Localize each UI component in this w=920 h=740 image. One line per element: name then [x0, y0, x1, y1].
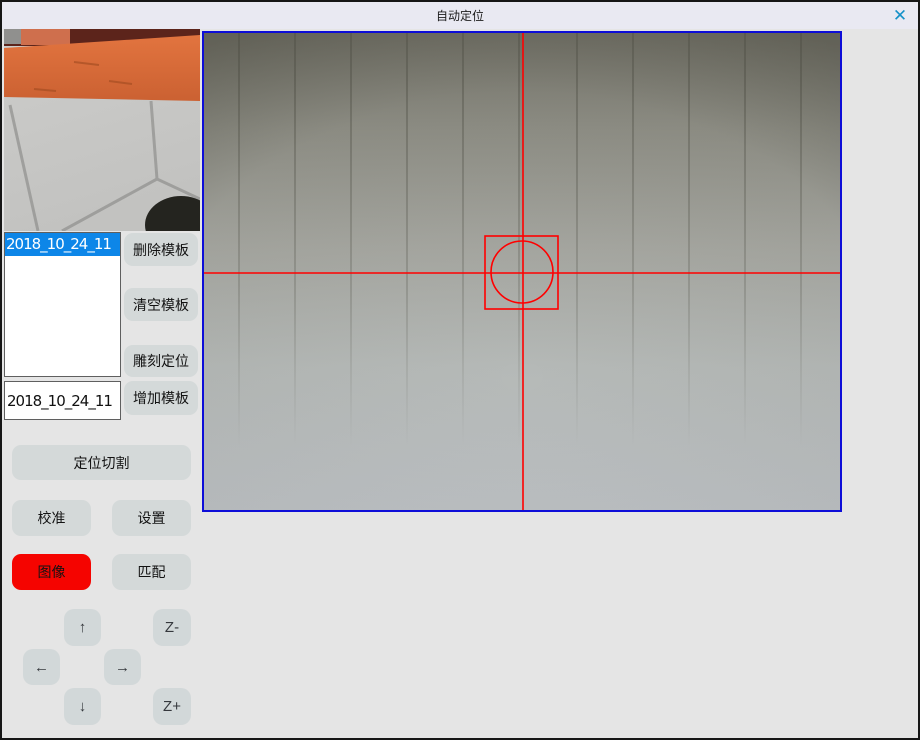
jog-right-button[interactable]: → [104, 649, 141, 685]
template-thumbnail [4, 29, 200, 231]
z-minus-button[interactable]: Z- [153, 609, 191, 646]
template-list-item-selected[interactable]: 2018_10_24_11 [5, 233, 120, 256]
window-title: 自动定位 [436, 7, 484, 24]
settings-button[interactable]: 设置 [112, 500, 191, 536]
position-cut-button[interactable]: 定位切割 [12, 445, 191, 480]
z-plus-button[interactable]: Z+ [153, 688, 191, 725]
template-name-input[interactable] [4, 381, 121, 420]
engrave-position-button[interactable]: 雕刻定位 [124, 345, 198, 377]
jog-down-button[interactable]: ↓ [64, 688, 101, 725]
template-list[interactable]: 2018_10_24_11 [4, 232, 121, 377]
jog-left-button[interactable]: ← [23, 649, 60, 685]
camera-view[interactable] [202, 31, 842, 512]
close-icon[interactable]: ✕ [888, 4, 912, 26]
jog-up-button[interactable]: ↑ [64, 609, 101, 646]
camera-feed [204, 33, 840, 510]
clear-templates-button[interactable]: 清空模板 [124, 288, 198, 321]
delete-template-button[interactable]: 删除模板 [124, 233, 198, 266]
thumbnail-image [4, 29, 200, 231]
image-button-active[interactable]: 图像 [12, 554, 91, 590]
match-button[interactable]: 匹配 [112, 554, 191, 590]
auto-position-dialog: 自动定位 ✕ [0, 0, 920, 740]
titlebar: 自动定位 ✕ [2, 2, 918, 29]
calibrate-button[interactable]: 校准 [12, 500, 91, 536]
add-template-button[interactable]: 增加模板 [124, 381, 198, 415]
